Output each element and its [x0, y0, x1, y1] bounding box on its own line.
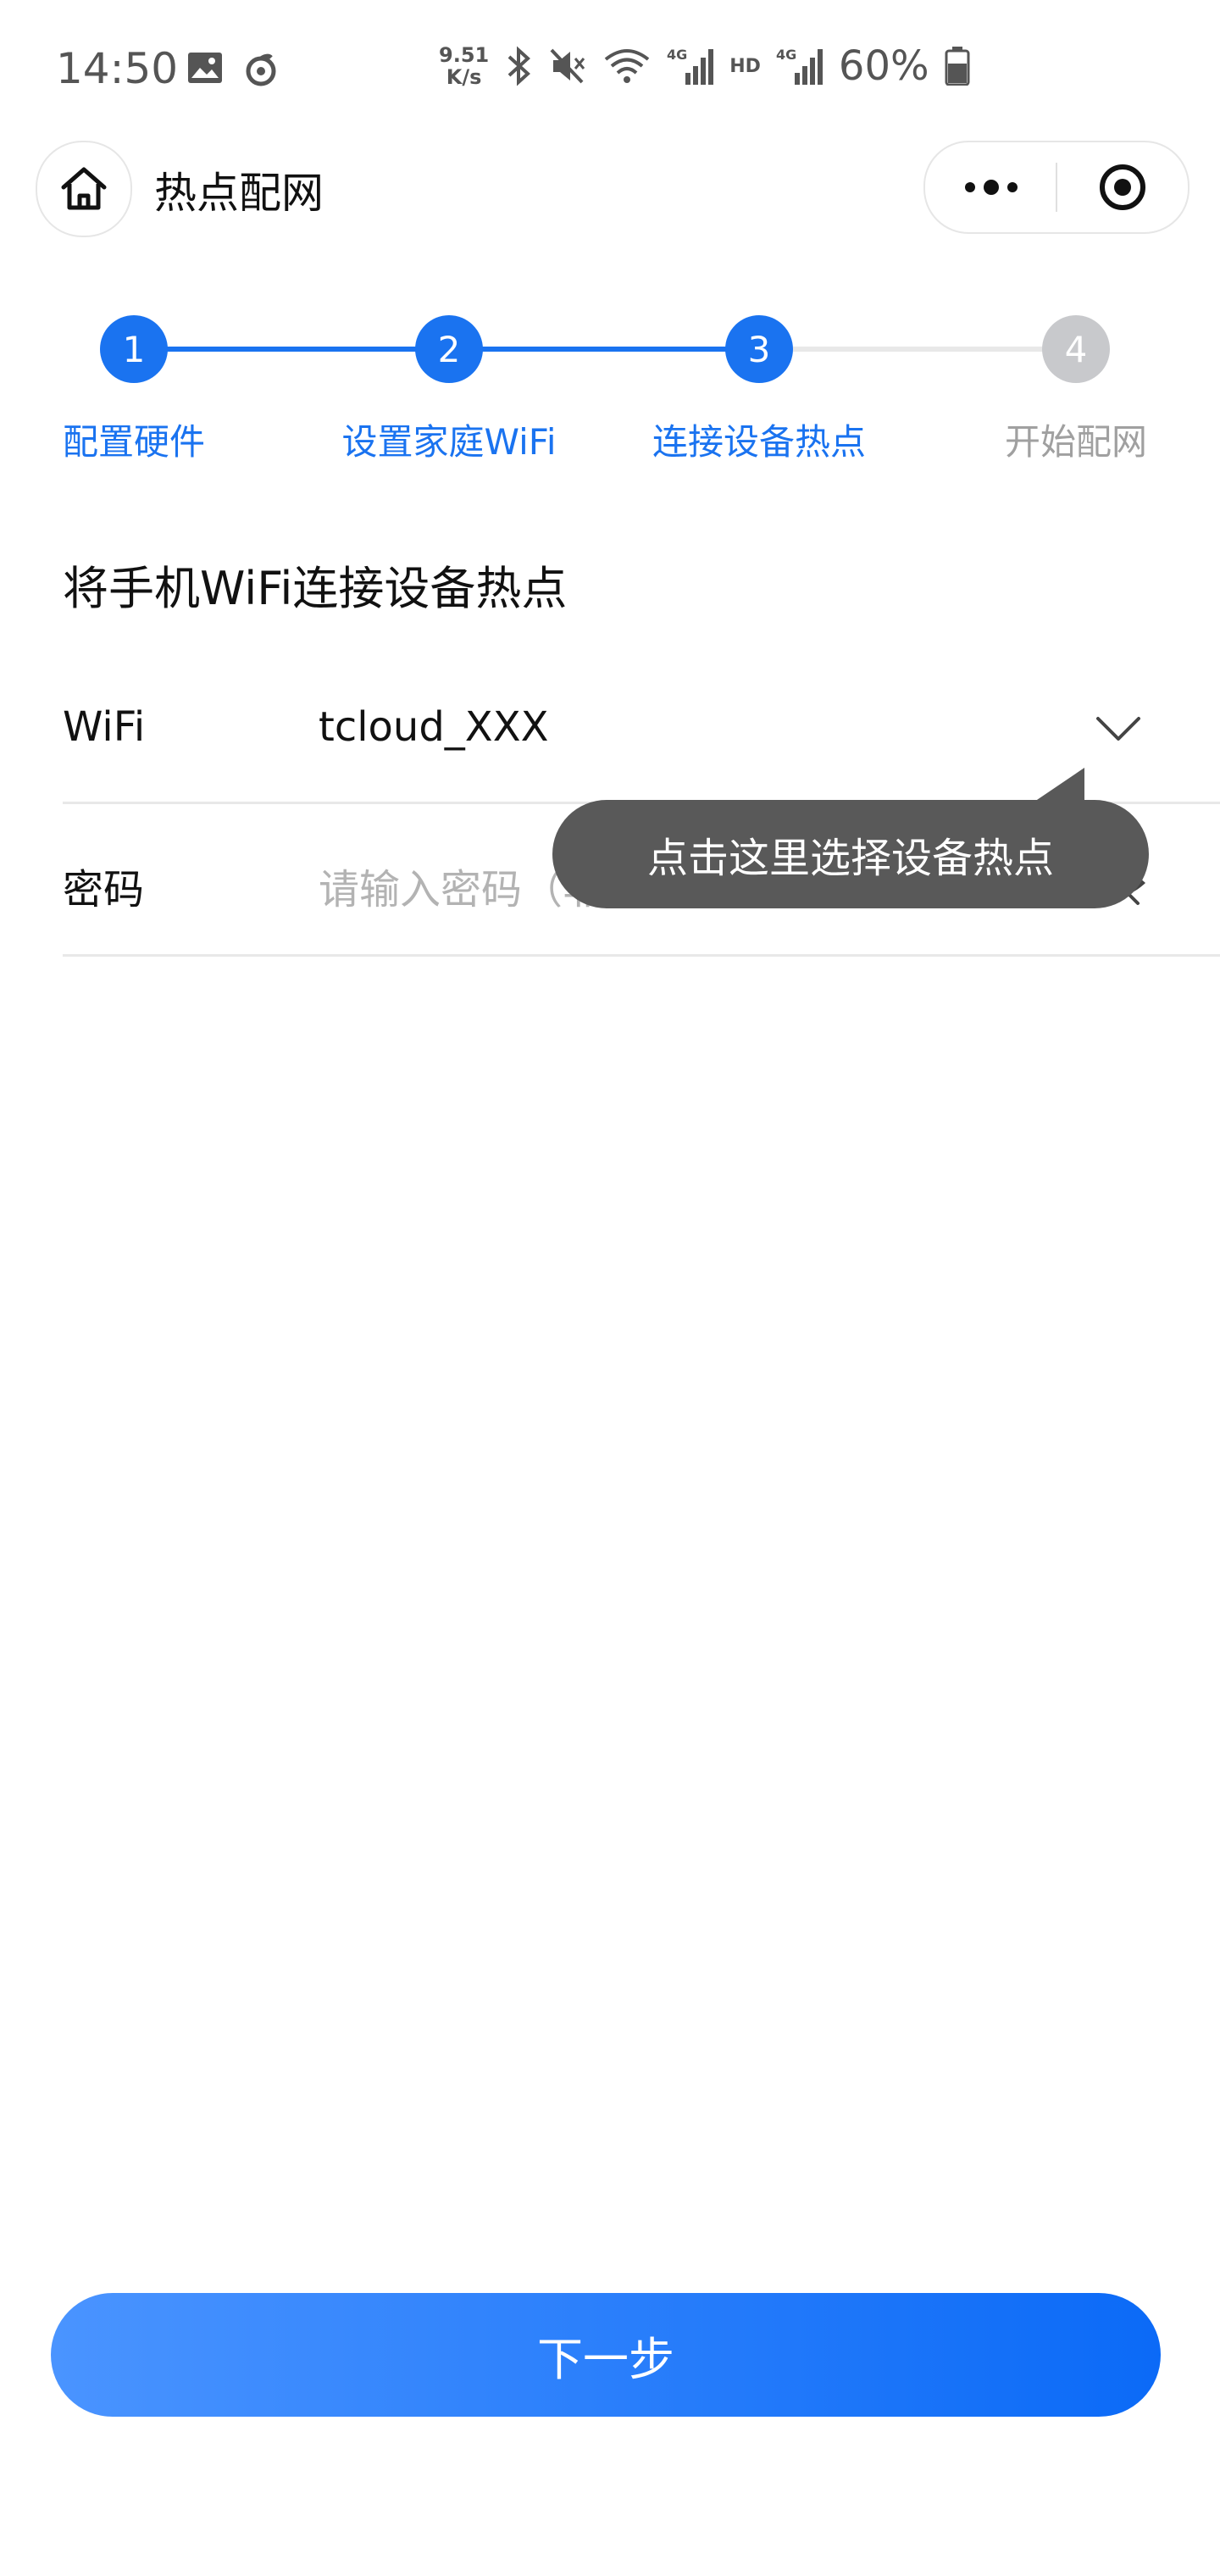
step-1-number: 1	[122, 328, 146, 370]
network-speed-value: 9.51	[439, 43, 490, 67]
music-app-icon	[246, 53, 276, 86]
signal-4g-icon-2: 4G	[776, 47, 823, 85]
step-3-label: 连接设备热点	[652, 421, 866, 463]
status-bar: 14:50 9.51 K/s 4G HD 4G 60%	[0, 0, 1220, 144]
more-button[interactable]	[925, 142, 1056, 232]
network-speed-unit: K/s	[446, 65, 482, 89]
hint-tooltip: 点击这里选择设备热点	[552, 800, 1149, 908]
section-title: 将手机WiFi连接设备热点	[63, 562, 568, 615]
step-3-circle: 3	[725, 315, 793, 383]
wifi-select-value[interactable]: tcloud_XXX	[319, 703, 548, 751]
step-connector-2	[449, 347, 759, 352]
status-right-icons: 9.51 K/s 4G HD 4G 60%	[439, 42, 970, 90]
step-3-number: 3	[747, 328, 771, 370]
battery-percent: 60%	[838, 42, 929, 90]
close-mini-program-button[interactable]	[1057, 142, 1188, 232]
step-2-circle: 2	[415, 315, 483, 383]
network-speed: 9.51 K/s	[439, 44, 489, 88]
status-time: 14:50	[56, 44, 179, 93]
step-connector-3	[759, 347, 1076, 352]
svg-text:4G: 4G	[667, 47, 687, 63]
mini-program-capsule	[923, 141, 1190, 234]
gallery-icon	[188, 53, 222, 83]
battery-icon	[945, 47, 970, 86]
page-title: 热点配网	[154, 169, 324, 218]
svg-text:4G: 4G	[776, 47, 796, 63]
wifi-icon	[604, 49, 650, 83]
password-label: 密码	[63, 866, 145, 913]
next-step-button[interactable]: 下一步	[51, 2293, 1161, 2417]
status-left-icons	[186, 51, 280, 88]
step-2-number: 2	[437, 328, 461, 370]
chevron-down-icon[interactable]	[1093, 712, 1144, 746]
home-icon	[61, 167, 107, 210]
more-dots-icon	[964, 180, 1018, 195]
password-row-divider	[63, 954, 1220, 957]
step-4-number: 4	[1064, 328, 1088, 370]
home-button[interactable]	[36, 141, 132, 237]
wifi-label: WiFi	[63, 703, 146, 751]
target-close-icon	[1100, 164, 1145, 210]
bluetooth-icon	[507, 46, 531, 86]
step-1-circle: 1	[100, 315, 168, 383]
step-connector-1	[134, 347, 449, 352]
step-4-label: 开始配网	[1004, 421, 1147, 463]
tooltip-arrow	[1032, 768, 1084, 803]
signal-4g-icon: 4G	[667, 47, 714, 85]
hd-label: HD	[729, 55, 761, 77]
tooltip-text: 点击这里选择设备热点	[646, 835, 1054, 882]
step-4-circle: 4	[1042, 315, 1110, 383]
mute-icon	[550, 48, 585, 84]
step-1-label: 配置硬件	[62, 421, 205, 463]
step-2-label: 设置家庭WiFi	[341, 421, 557, 463]
